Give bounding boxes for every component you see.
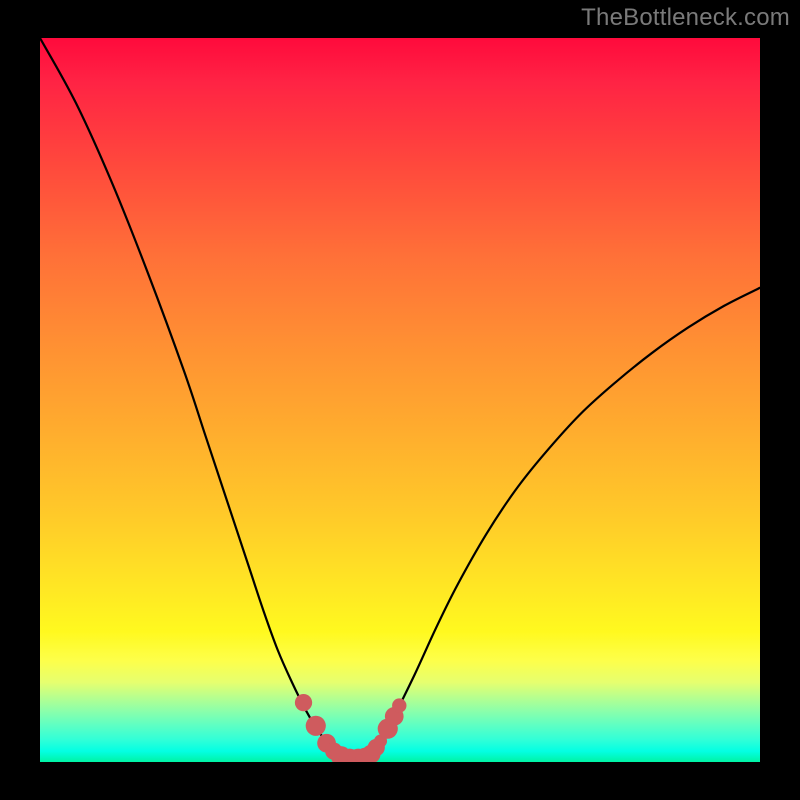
curve-layer [40,38,760,762]
trough-markers [295,694,407,762]
bottleneck-curve [40,38,760,760]
trough-marker [392,698,406,712]
watermark-text: TheBottleneck.com [581,4,790,32]
plot-area [40,38,760,762]
chart-frame: TheBottleneck.com [0,0,800,800]
trough-marker [306,716,326,736]
trough-marker [295,694,312,711]
